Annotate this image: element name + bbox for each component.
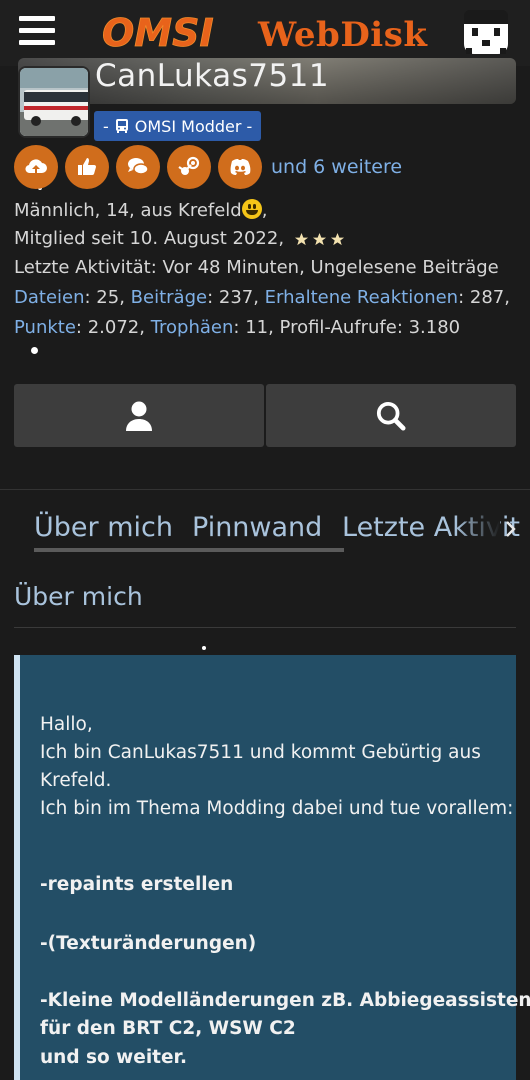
top-bar: OMSI WebDisk [0,0,530,66]
reactions-link[interactable]: Erhaltene Reaktionen [265,287,458,308]
last-activity: Letzte Aktivität: Vor 48 Minuten, Ungele… [14,257,499,278]
search-icon [376,401,406,431]
tab-wall[interactable]: Pinnwand [192,512,322,543]
user-icon [126,401,152,431]
rank-badge: - OMSI Modder - [94,111,262,141]
about-line: und so weiter. [40,1047,188,1068]
stats-row-1: Dateien: 25, Beiträge: 237, Erhaltene Re… [14,287,510,308]
discord-icon[interactable] [218,145,262,189]
about-line: für den BRT C2, WSW C2 [40,1018,296,1039]
search-content-button[interactable] [266,384,516,447]
site-logo[interactable]: OMSI WebDisk [100,6,440,58]
snow-dot [202,646,206,650]
star-icon [330,232,344,245]
files-link[interactable]: Dateien [14,287,85,308]
svg-text:OMSI: OMSI [102,11,214,55]
bus-icon [115,119,128,133]
stats-row-2: Punkte: 2.072, Trophäen: 11, Profil-Aufr… [14,317,461,338]
thumbs-up-icon[interactable] [65,145,109,189]
comments-icon[interactable] [116,145,160,189]
tab-scrollbar[interactable] [34,548,344,552]
follow-button[interactable] [14,384,264,447]
tab-fade [455,506,500,552]
profile-tabs: Über mich Pinnwand Letzte Aktivit [0,506,530,554]
about-line: -(Texturänderungen) [40,933,257,954]
about-line: Krefeld. [40,770,112,791]
about-line: Ich bin im Thema Modding dabei und tue v… [40,798,514,819]
hamburger-icon[interactable] [19,16,55,46]
trophy-list: und 6 weitere [14,145,402,189]
divider [0,489,530,490]
member-since: Mitglied seit 10. August 2022, [14,228,345,249]
section-title: Über mich [14,582,143,611]
trophies-link[interactable]: Trophäen [151,317,234,338]
svg-text:WebDisk: WebDisk [257,15,428,55]
about-line: -Kleine Modelländerungen zB. Abbiegeassi… [40,990,530,1011]
star-icon [312,232,326,245]
username: CanLukas7511 [95,58,330,94]
star-icon [294,232,308,245]
about-line: Hallo, [40,714,93,735]
rank-stars [294,232,345,247]
more-trophies-link[interactable]: und 6 weitere [271,156,402,178]
about-line: -repaints erstellen [40,874,234,895]
avatar[interactable] [18,66,90,138]
about-me-box: Hallo, Ich bin CanLukas7511 und kommt Ge… [14,655,530,1080]
steam-icon[interactable] [167,145,211,189]
about-line: Ich bin CanLukas7511 und kommt Gebürtig … [40,742,481,763]
chevron-right-icon[interactable] [505,520,517,538]
rank-label: OMSI Modder [134,116,242,136]
upload-icon[interactable] [14,145,58,189]
points-link[interactable]: Punkte [14,317,76,338]
posts-link[interactable]: Beiträge [131,287,207,308]
tab-about[interactable]: Über mich [34,512,173,543]
user-menu-icon[interactable] [462,8,510,56]
section-divider [14,627,516,628]
smiley-icon [241,199,262,219]
snow-dot [31,347,38,354]
profile-info-line: Männlich, 14, aus Krefeld, [14,199,268,221]
